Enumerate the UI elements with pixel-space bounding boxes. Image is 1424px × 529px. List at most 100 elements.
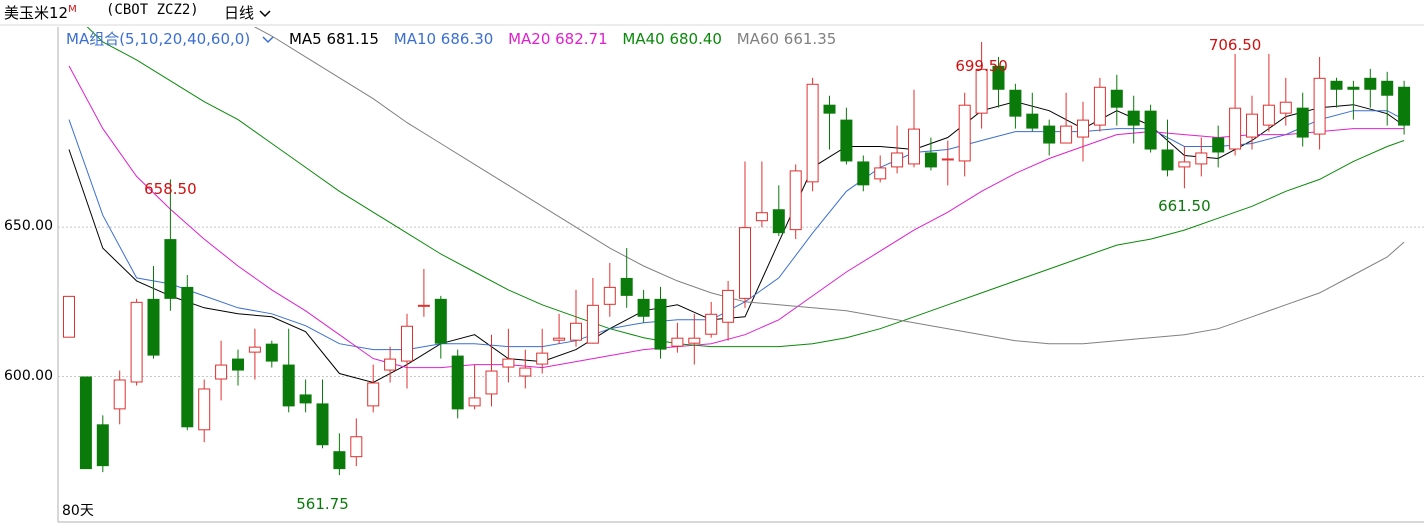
candle-body-up bbox=[671, 337, 684, 347]
candle-body-down bbox=[147, 298, 160, 356]
candle-body-up bbox=[248, 346, 261, 353]
low-price-label: 561.75 bbox=[296, 494, 349, 513]
candle-body-down bbox=[434, 298, 447, 344]
ma60-line bbox=[253, 27, 1405, 345]
candle-body-up bbox=[198, 388, 211, 431]
days-label: 80天 bbox=[62, 503, 94, 519]
candle-body-up bbox=[1313, 77, 1326, 135]
candle-body-up bbox=[975, 68, 988, 114]
candle-body-down bbox=[96, 424, 109, 467]
candle-body-up bbox=[1262, 104, 1275, 126]
candle-body-up bbox=[941, 158, 954, 161]
candle-body-down bbox=[1127, 110, 1140, 126]
candle-body-down bbox=[181, 286, 194, 428]
candle-body-down bbox=[1144, 110, 1157, 150]
candle-body-down bbox=[282, 364, 295, 407]
candle-body-down bbox=[79, 376, 92, 470]
candle-body-down bbox=[1347, 86, 1360, 90]
candle-body-up bbox=[1093, 86, 1106, 126]
candle-body-down bbox=[620, 277, 633, 296]
candle-body-down bbox=[232, 358, 244, 371]
candle-body-up bbox=[367, 382, 380, 407]
ma-legend: MA组合(5,10,20,40,60,0) MA5 681.15 MA10 68… bbox=[66, 28, 846, 48]
candle-body-down bbox=[924, 152, 937, 168]
candle-body-up bbox=[1077, 119, 1089, 138]
candle-body-up bbox=[874, 167, 887, 180]
high-price-label: 658.50 bbox=[144, 179, 197, 198]
candle-body-down bbox=[1398, 86, 1411, 126]
candle-body-down bbox=[654, 298, 667, 350]
candle-body-up bbox=[519, 367, 532, 377]
y-tick-label: 600.00 bbox=[4, 367, 53, 384]
ma20-line bbox=[68, 65, 1405, 369]
candle-body-down bbox=[1364, 77, 1377, 90]
candle-body-up bbox=[113, 379, 126, 410]
candle-body-up bbox=[570, 322, 582, 341]
candle-body-up bbox=[1178, 161, 1191, 168]
high-price-label: 706.50 bbox=[1208, 36, 1262, 55]
candle-body-up bbox=[350, 436, 363, 458]
candle-body-up bbox=[603, 286, 616, 305]
candle-body-up bbox=[63, 295, 75, 338]
legend-ma10: MA10 686.30 bbox=[393, 30, 494, 48]
candle-body-up bbox=[485, 370, 498, 395]
ma-combo-label: MA组合(5,10,20,40,60,0) bbox=[66, 30, 251, 48]
high-price-label: 699.50 bbox=[955, 57, 1008, 76]
ma40-line bbox=[86, 27, 1405, 348]
candle-body-down bbox=[1110, 89, 1123, 108]
candle-body-up bbox=[789, 170, 802, 231]
candle-body-up bbox=[586, 304, 599, 344]
candle-body-up bbox=[1246, 113, 1258, 138]
candlestick-chart bbox=[0, 24, 1424, 523]
candle-body-up bbox=[417, 304, 430, 307]
candle-body-up bbox=[755, 212, 768, 222]
low-price-label: 661.50 bbox=[1158, 196, 1211, 215]
candle-body-down bbox=[857, 161, 870, 186]
legend-ma40: MA40 680.40 bbox=[622, 30, 722, 48]
candle-body-down bbox=[1161, 149, 1174, 171]
candle-body-down bbox=[265, 343, 278, 362]
candle-body-up bbox=[908, 128, 920, 165]
candle-body-down bbox=[840, 119, 853, 162]
candle-body-up bbox=[1279, 101, 1292, 114]
candle-body-up bbox=[1195, 152, 1208, 165]
candle-body-down bbox=[164, 239, 177, 299]
candle-body-up bbox=[130, 301, 143, 383]
candle-body-down bbox=[1043, 125, 1056, 144]
candle-body-up bbox=[739, 227, 751, 299]
candle-body-down bbox=[1212, 137, 1225, 153]
candle-body-up bbox=[806, 83, 819, 183]
legend-ma20: MA20 682.71 bbox=[508, 30, 608, 48]
ma-combo-select[interactable]: MA组合(5,10,20,40,60,0) bbox=[66, 30, 274, 48]
candle-body-up bbox=[705, 313, 718, 335]
legend-ma60: MA60 661.35 bbox=[736, 30, 837, 48]
legend-ma5: MA5 681.15 bbox=[288, 30, 379, 48]
ma5-line bbox=[68, 101, 1405, 384]
candle-body-up bbox=[502, 358, 515, 368]
candle-body-down bbox=[1026, 113, 1039, 129]
chevron-down-icon bbox=[262, 35, 274, 43]
candle-body-up bbox=[891, 152, 904, 168]
candle-body-down bbox=[299, 394, 312, 404]
candle-body-up bbox=[688, 337, 701, 344]
candle-body-down bbox=[772, 209, 785, 234]
candle-body-up bbox=[215, 364, 228, 380]
y-tick-label: 650.00 bbox=[4, 218, 53, 235]
candle-body-up bbox=[536, 352, 549, 365]
ma-lines bbox=[68, 27, 1405, 384]
candle-body-down bbox=[823, 104, 836, 114]
candle-body-down bbox=[637, 298, 650, 317]
candle-body-up bbox=[468, 397, 481, 407]
candle-body-down bbox=[333, 451, 346, 470]
candle-body-up bbox=[384, 358, 397, 371]
candle-body-down bbox=[451, 355, 464, 410]
candle-body-up bbox=[958, 104, 971, 162]
candle-body-up bbox=[1229, 107, 1242, 150]
candle-body-up bbox=[1060, 125, 1073, 144]
candle-body-up bbox=[553, 337, 566, 341]
ma10-line bbox=[68, 110, 1405, 351]
candle-body-down bbox=[1330, 80, 1343, 90]
candle-body-up bbox=[722, 289, 735, 323]
candle-body-down bbox=[1009, 89, 1022, 117]
candle-body-down bbox=[1296, 107, 1309, 138]
